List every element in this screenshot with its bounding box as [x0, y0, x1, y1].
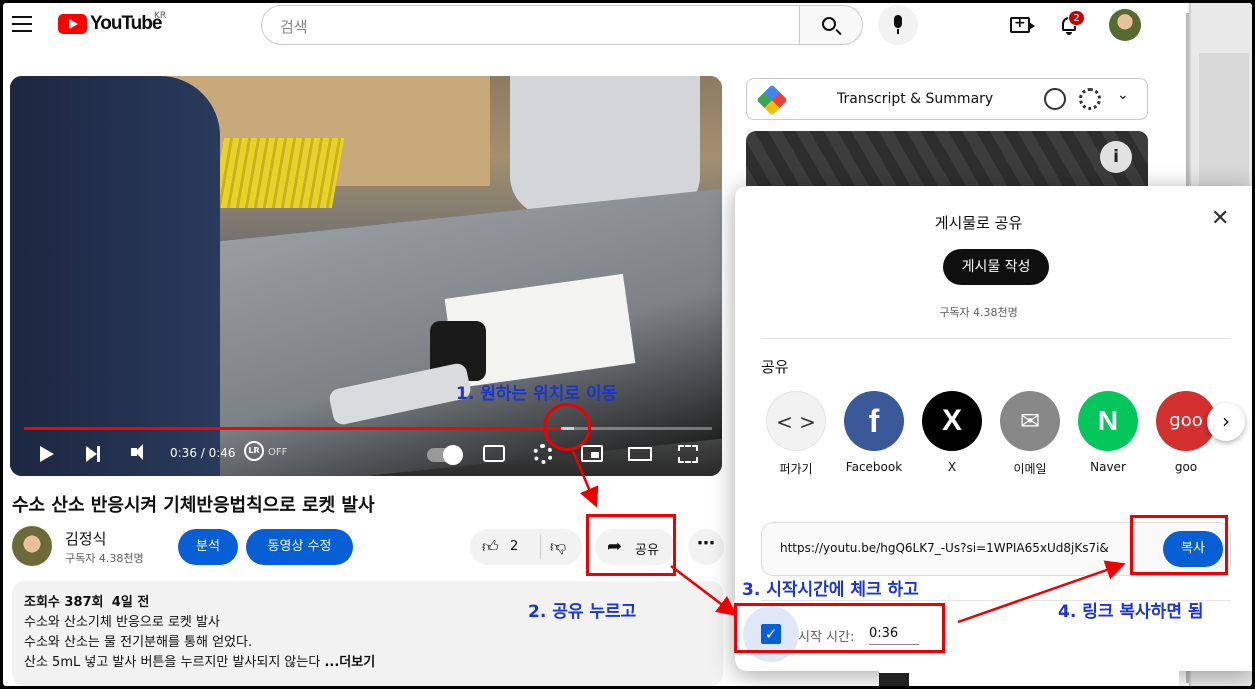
chevron-right-icon[interactable]: › [1207, 403, 1245, 441]
info-icon[interactable]: i [1100, 141, 1132, 173]
dislike-icon[interactable]: 👎︎ [550, 537, 566, 557]
volume-icon[interactable] [131, 444, 143, 460]
dialog-subscribers: 구독자 4.38천명 [939, 306, 1018, 319]
like-count: 2 [510, 539, 519, 554]
upload-date: 4일 전 [111, 595, 150, 610]
email-icon[interactable]: ✉ [1000, 391, 1060, 451]
theater-mode-icon[interactable] [628, 447, 652, 461]
mic-icon [894, 15, 902, 28]
sidebar-card[interactable] [746, 131, 1148, 189]
autoplay-toggle[interactable] [427, 445, 463, 465]
search-button[interactable] [799, 5, 863, 45]
settings-gear-icon[interactable] [533, 444, 553, 464]
more-actions-button[interactable]: ⋯ [688, 529, 724, 565]
screenshot-frame: YouTube KR 검색 2 0:36 / 0:46 LR OFF [3, 3, 1252, 686]
embed-icon[interactable]: < > [766, 391, 826, 451]
share-target-label: Naver [1090, 460, 1126, 474]
search-icon [822, 17, 836, 31]
search-input[interactable]: 검색 [261, 5, 800, 45]
edit-video-button[interactable]: 동영상 수정 [246, 529, 353, 565]
subtitles-icon[interactable] [483, 445, 505, 462]
description-line: 산소 5mL 넣고 발사 버튼을 누르지만 발사되지 않는다 [24, 655, 321, 670]
miniplayer-icon[interactable] [581, 445, 603, 462]
logo-text: YouTube [90, 13, 162, 34]
view-count: 조회수 387회 [24, 595, 104, 610]
analytics-button[interactable]: 분석 [178, 529, 238, 565]
settings-icon[interactable] [1079, 88, 1101, 110]
channel-subscribers: 구독자 4.38천명 [65, 552, 144, 565]
voice-search-button[interactable] [878, 5, 918, 45]
region-label: KR [154, 11, 167, 21]
share-target-label: 이메일 [1013, 462, 1047, 476]
search-placeholder: 검색 [280, 18, 308, 36]
transcript-summary-panel[interactable]: Transcript & Summary ⌄ [746, 78, 1148, 120]
show-more-link[interactable]: ...더보기 [324, 655, 375, 670]
share-heading: 공유 [761, 358, 789, 376]
video-player[interactable]: 0:36 / 0:46 LR OFF [10, 76, 722, 476]
annotation-box-copy [1130, 515, 1228, 575]
youtube-logo[interactable]: YouTube KR [58, 11, 166, 35]
facebook-icon[interactable]: f [844, 391, 904, 451]
annotation-step2: 2. 공유 누르고 [528, 602, 637, 622]
naver-icon[interactable]: N [1078, 391, 1138, 451]
channel-avatar[interactable] [12, 526, 52, 566]
create-icon[interactable] [1010, 15, 1035, 33]
fullscreen-icon[interactable] [678, 445, 698, 463]
x-icon[interactable]: X [922, 391, 982, 451]
close-icon[interactable]: ✕ [1211, 206, 1229, 231]
annotation-circle [543, 403, 591, 451]
video-time: 0:36 / 0:46 [170, 446, 236, 460]
annotation-box-share [586, 514, 676, 576]
annotation-step1: 1. 원하는 위치로 이동 [456, 384, 618, 404]
share-url: https://youtu.be/hgQ6LK7_-Us?si=1WPIA65x… [780, 541, 1109, 555]
annotation-step3: 3. 시작시간에 체크 하고 [742, 580, 919, 600]
annotation-box-start-time [734, 603, 945, 653]
share-target-label: goo [1174, 460, 1198, 474]
notification-badge: 2 [1068, 10, 1085, 26]
video-progress-bar[interactable] [24, 427, 712, 430]
dialog-title: 게시물로 공유 [934, 214, 1023, 232]
video-title: 수소 산소 반응시켜 기체반응법칙으로 로켓 발사 [12, 495, 375, 516]
transcript-label: Transcript & Summary [837, 91, 994, 107]
next-icon[interactable] [86, 446, 100, 462]
create-post-button[interactable]: 게시물 작성 [943, 249, 1049, 285]
youtube-play-icon [58, 14, 87, 34]
play-icon[interactable] [40, 446, 54, 462]
lr-status: OFF [268, 447, 288, 458]
sidebar-peek [879, 671, 1179, 686]
like-dislike-group: 👍︎ 2 👎︎ [470, 529, 582, 565]
account-avatar[interactable] [1109, 9, 1141, 41]
lr-icon[interactable]: LR [244, 441, 264, 461]
share-target-label: 퍼가기 [779, 462, 813, 476]
chevron-down-icon[interactable]: ⌄ [1117, 87, 1129, 103]
share-target-label: X [947, 460, 957, 474]
share-target-label: Facebook [845, 460, 903, 474]
annotation-step4: 4. 링크 복사하면 됨 [1058, 602, 1204, 622]
extension-logo-icon [756, 84, 788, 116]
like-icon[interactable]: 👍︎ [482, 537, 502, 557]
chatgpt-icon[interactable] [1044, 88, 1066, 110]
description-line: 수소와 산소는 물 전기분해를 통해 얻었다. [24, 635, 253, 650]
menu-icon[interactable] [12, 16, 32, 32]
channel-name[interactable]: 김정식 [65, 528, 106, 549]
